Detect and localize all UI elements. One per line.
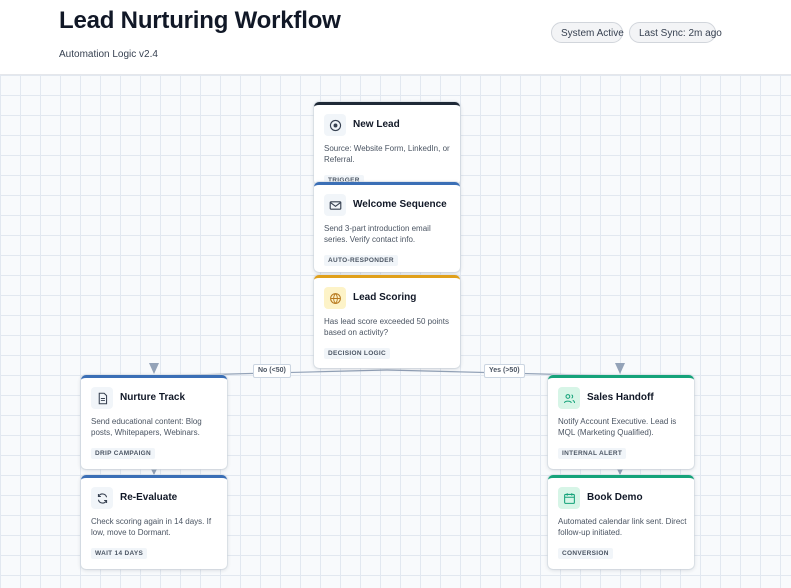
node-header: Re-Evaluate	[91, 487, 221, 509]
node-tag: DRIP CAMPAIGN	[91, 448, 156, 459]
node-book-demo[interactable]: Book Demo Automated calendar link sent. …	[548, 475, 694, 569]
calendar-icon	[558, 487, 580, 509]
node-tag: AUTO-RESPONDER	[324, 255, 398, 266]
node-tag: INTERNAL ALERT	[558, 448, 627, 459]
system-status-badge: System Active	[551, 22, 624, 43]
node-welcome-sequence[interactable]: Welcome Sequence Send 3-part introductio…	[314, 182, 460, 272]
node-description: Has lead score exceeded 50 points based …	[324, 317, 449, 337]
node-tag: CONVERSION	[558, 548, 613, 559]
node-description: Source: Website Form, LinkedIn, or Refer…	[324, 144, 450, 164]
node-title: Re-Evaluate	[120, 492, 178, 503]
target-icon	[324, 114, 346, 136]
edge-label-yes: Yes (>50)	[484, 364, 525, 378]
page-title: Lead Nurturing Workflow	[59, 7, 341, 34]
node-tag: DECISION LOGIC	[324, 348, 391, 359]
edge-label-no: No (<50)	[253, 364, 291, 378]
node-description: Notify Account Executive. Lead is MQL (M…	[558, 417, 677, 437]
node-description: Send educational content: Blog posts, Wh…	[91, 417, 202, 437]
node-title: Nurture Track	[120, 392, 186, 403]
node-new-lead[interactable]: New Lead Source: Website Form, LinkedIn,…	[314, 102, 460, 186]
node-title: Welcome Sequence	[353, 199, 447, 210]
document-icon	[91, 387, 113, 409]
last-sync-badge: Last Sync: 2m ago	[629, 22, 722, 43]
node-title: New Lead	[353, 119, 400, 130]
node-tag: WAIT 14 DAYS	[91, 548, 148, 559]
node-header: Lead Scoring	[324, 287, 454, 309]
refresh-icon	[91, 487, 113, 509]
node-description: Send 3-part introduction email series. V…	[324, 224, 431, 244]
node-title: Book Demo	[587, 492, 643, 503]
users-icon	[558, 387, 580, 409]
node-re-evaluate[interactable]: Re-Evaluate Check scoring again in 14 da…	[81, 475, 227, 569]
node-sales-handoff[interactable]: Sales Handoff Notify Account Executive. …	[548, 375, 694, 469]
node-header: Welcome Sequence	[324, 194, 454, 216]
node-header: Book Demo	[558, 487, 688, 509]
node-lead-scoring[interactable]: Lead Scoring Has lead score exceeded 50 …	[314, 275, 460, 368]
node-header: Sales Handoff	[558, 387, 688, 409]
node-nurture-track[interactable]: Nurture Track Send educational content: …	[81, 375, 227, 469]
mail-icon	[324, 194, 346, 216]
node-header: New Lead	[324, 114, 454, 136]
node-header: Nurture Track	[91, 387, 221, 409]
globe-icon	[324, 287, 346, 309]
workflow-header: Lead Nurturing Workflow Automation Logic…	[0, 0, 791, 75]
node-title: Lead Scoring	[353, 292, 417, 303]
node-description: Check scoring again in 14 days. If low, …	[91, 517, 212, 537]
page-subtitle: Automation Logic v2.4	[59, 49, 158, 60]
node-title: Sales Handoff	[587, 392, 654, 403]
node-description: Automated calendar link sent. Direct fol…	[558, 517, 687, 537]
